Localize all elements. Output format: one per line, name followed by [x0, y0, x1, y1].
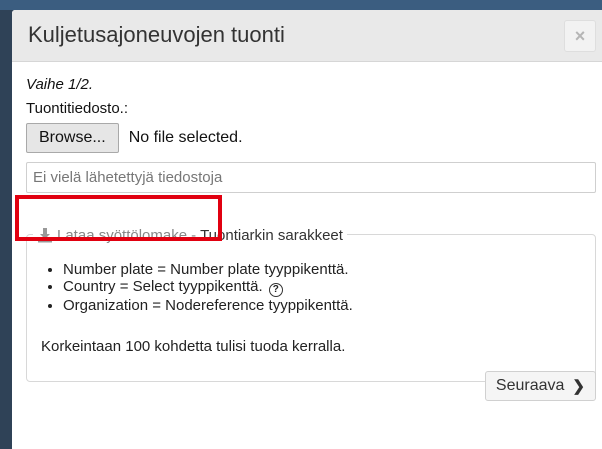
download-icon [38, 228, 52, 243]
download-template-link[interactable]: Lataa syöttölomake [37, 227, 187, 244]
list-item: Organization = Nodereference tyyppikentt… [63, 297, 353, 314]
import-dialog: Kuljetusajoneuvojen tuonti × Vaihe 1/2. … [12, 10, 602, 449]
dialog-title: Kuljetusajoneuvojen tuonti [28, 22, 285, 47]
fieldset-legend: Lataa syöttölomake - Tuontiarkin sarakke… [33, 225, 347, 245]
file-status: No file selected. [128, 129, 243, 146]
help-icon[interactable]: ? [268, 282, 283, 297]
import-limit-note: Korkeintaan 100 kohdetta tulisi tuoda ke… [41, 338, 346, 355]
file-field-label: Tuontitiedosto.: [26, 100, 129, 117]
step-indicator: Vaihe 1/2. [26, 76, 93, 93]
chevron-right-icon: ❯ [572, 378, 585, 395]
close-icon: × [574, 25, 586, 46]
browse-button[interactable]: Browse... [26, 123, 119, 153]
import-columns-fieldset: Lataa syöttölomake - Tuontiarkin sarakke… [26, 225, 596, 382]
next-button[interactable]: Seuraava ❯ [484, 371, 596, 401]
list-item: Country = Select tyyppikenttä. ? [63, 278, 353, 297]
columns-legend-label: Tuontiarkin sarakkeet [200, 226, 343, 244]
download-template-label: Lataa syöttölomake [57, 226, 188, 244]
page-backdrop [0, 0, 602, 10]
legend-separator: - [191, 226, 197, 244]
columns-list: Number plate = Number plate tyyppikenttä… [63, 261, 353, 314]
close-button[interactable]: × [564, 20, 596, 52]
dialog-header: Kuljetusajoneuvojen tuonti × [12, 10, 602, 62]
dialog-body: Vaihe 1/2. Tuontitiedosto.: Browse... No… [26, 76, 596, 382]
file-input-row: Browse... No file selected. [26, 123, 596, 153]
list-item: Number plate = Number plate tyyppikenttä… [63, 261, 353, 278]
uploaded-files-field[interactable]: Ei vielä lähetettyjä tiedostoja [26, 162, 596, 193]
next-button-label: Seuraava [495, 377, 565, 394]
